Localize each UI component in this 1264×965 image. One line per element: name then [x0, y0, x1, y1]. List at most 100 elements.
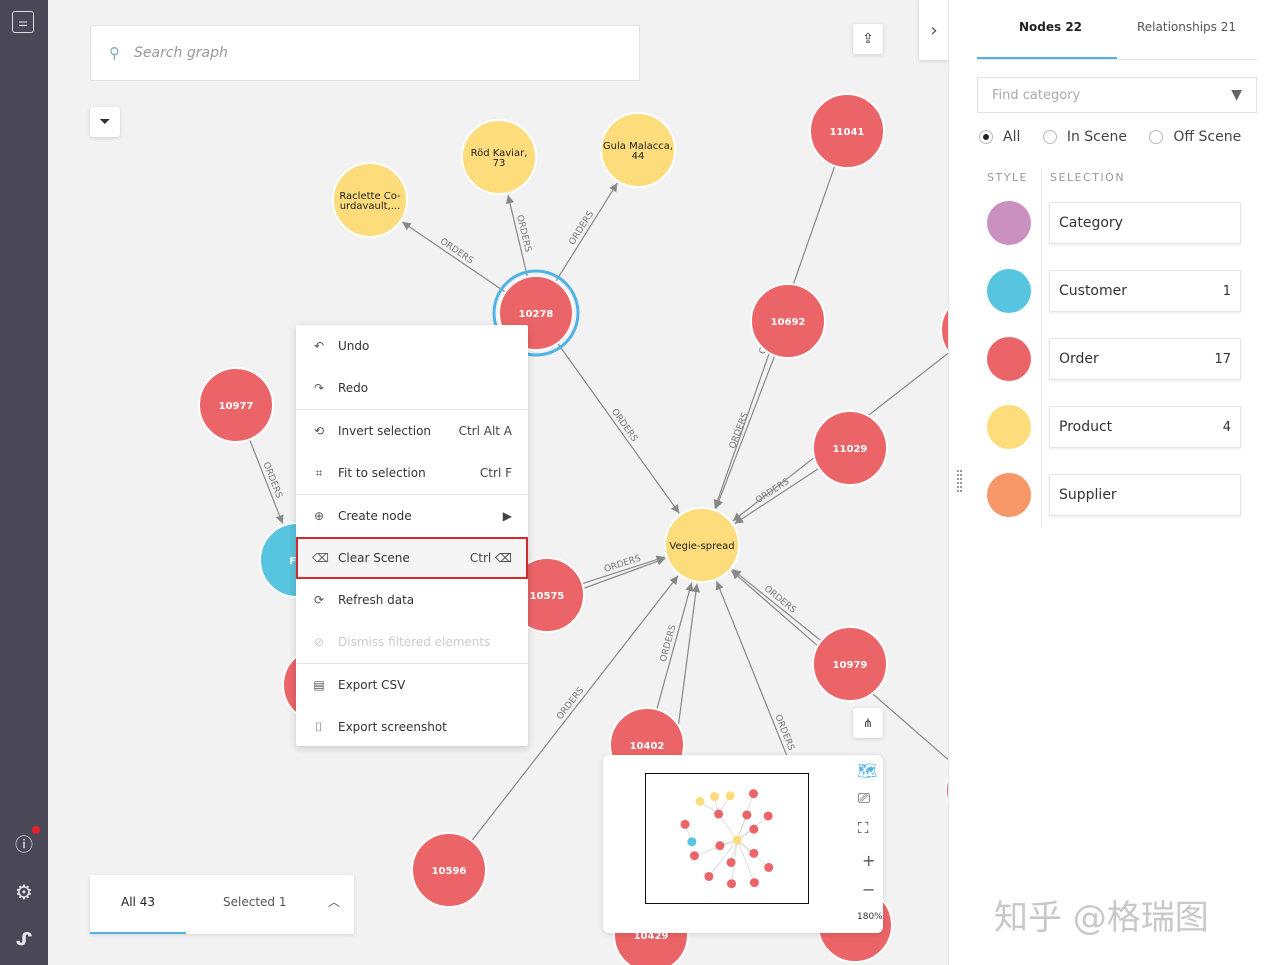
style-column-header: STYLE — [987, 171, 1028, 184]
filter-icon[interactable]: ▼ — [1231, 87, 1242, 103]
app-logo-icon: ᔑ — [15, 928, 33, 950]
node-label: 10402 — [630, 741, 665, 752]
category-customer[interactable]: Customer 1 — [1049, 270, 1241, 312]
menu-item-fit-to-selection[interactable]: ⌗ Fit to selection Ctrl F — [296, 452, 528, 494]
settings-sliders-icon[interactable]: ⚌ — [12, 11, 34, 33]
category-count: 1 — [1222, 283, 1231, 299]
radio-in-scene[interactable]: In Scene — [1042, 129, 1127, 145]
graph-node-n11029[interactable]: 11029 — [812, 410, 888, 486]
category-category[interactable]: Category — [1049, 202, 1241, 244]
panel-resize-handle[interactable] — [957, 470, 962, 492]
style-swatch-category[interactable] — [987, 201, 1031, 245]
relationship-edge[interactable] — [732, 568, 822, 642]
csv-icon: ▤ — [313, 678, 325, 692]
layout-button[interactable]: ⋔ — [853, 708, 883, 738]
help-icon[interactable]: ⓘ — [12, 832, 36, 856]
category-product[interactable]: Product 4 — [1049, 406, 1241, 448]
fit-selection-icon: ⌗ — [315, 465, 323, 480]
category-count: 17 — [1214, 351, 1231, 367]
minimap-node — [732, 835, 742, 845]
minimap-node — [749, 848, 759, 858]
edge-label: ORDERS — [762, 584, 798, 616]
radio-off-scene[interactable]: Off Scene — [1149, 129, 1241, 145]
style-swatch-product[interactable] — [987, 405, 1031, 449]
edge-label: ORDERS — [260, 461, 283, 500]
menu-item-label: Redo — [338, 381, 369, 395]
gear-icon[interactable]: ⚙ — [12, 880, 36, 904]
style-swatch-order[interactable] — [987, 337, 1031, 381]
graph-node-n10692[interactable]: 10692 — [750, 283, 826, 359]
graph-node-n11041[interactable]: 11041 — [809, 93, 885, 169]
filter-button[interactable]: ⏷ — [90, 107, 120, 137]
style-swatch-supplier[interactable] — [987, 473, 1031, 517]
menu-shortcut: Ctrl F — [479, 466, 512, 480]
category-count: 4 — [1222, 419, 1231, 435]
radio-all[interactable]: All — [979, 129, 1020, 145]
menu-shortcut: Ctrl Alt A — [458, 424, 512, 438]
node-label: urdavault,... — [340, 201, 401, 212]
plus-circle-icon: ⊕ — [313, 509, 325, 523]
style-swatch-customer[interactable] — [987, 269, 1031, 313]
menu-item-label: Invert selection — [338, 424, 432, 438]
graph-node-n10977[interactable]: 10977 — [198, 367, 274, 443]
graph-node-vegie[interactable]: Vegie-spread — [664, 507, 740, 583]
tab-all[interactable]: All 43 — [121, 895, 155, 909]
menu-item-export-csv[interactable]: ▤ Export CSV — [296, 664, 528, 706]
minimap-node — [714, 809, 724, 819]
category-order[interactable]: Order 17 — [1049, 338, 1241, 380]
relationship-edge[interactable] — [401, 221, 506, 293]
relationship-edge[interactable] — [555, 182, 618, 282]
map-icon[interactable]: 🗺 — [857, 761, 877, 780]
tab-selected[interactable]: Selected 1 — [223, 895, 286, 909]
fit-screen-icon[interactable]: ⛶ — [858, 819, 869, 837]
minimap-node — [763, 811, 773, 821]
menu-item-export-screenshot[interactable]: ⌷ Export screenshot — [296, 706, 528, 748]
search-box[interactable]: ⚲ Search graph — [90, 25, 640, 81]
minimap-node — [742, 810, 752, 820]
menu-item-invert-selection[interactable]: ⟲ Invert selection Ctrl Alt A — [296, 410, 528, 452]
relationship-edge[interactable] — [557, 342, 680, 514]
zoom-in-icon[interactable]: + — [862, 851, 875, 870]
minimap: 🗺 ⎚ ⛶ + − 180% — [603, 755, 883, 933]
undo-icon: ↶ — [313, 339, 325, 353]
menu-item-refresh-data[interactable]: ⟳ Refresh data — [296, 579, 528, 621]
presentation-icon[interactable]: ⎚ — [858, 789, 870, 807]
graph-node-gula[interactable]: Gula Malacca,44 — [600, 112, 676, 188]
graph-node-n10979[interactable]: 10979 — [812, 626, 888, 702]
chevron-up-icon[interactable]: ︿ — [328, 893, 340, 910]
graph-node-rod[interactable]: Röd Kaviar,73 — [461, 119, 537, 195]
minimap-node — [726, 857, 736, 867]
find-category-input[interactable]: Find category ▼ — [977, 77, 1257, 113]
menu-item-redo[interactable]: ↷ Redo — [296, 367, 528, 409]
category-supplier[interactable]: Supplier — [1049, 474, 1241, 516]
left-rail: ⚌ ⓘ ⚙ ᔑ — [0, 0, 48, 965]
export-button[interactable]: ⇪ — [853, 24, 883, 54]
menu-item-create-node[interactable]: ⊕ Create node ▶ — [296, 495, 528, 537]
menu-item-clear-scene[interactable]: ⌫ Clear Scene Ctrl ⌫ — [296, 537, 528, 579]
tab-nodes[interactable]: Nodes 22 — [1019, 20, 1082, 34]
tab-relationships[interactable]: Relationships 21 — [1137, 20, 1236, 34]
zoom-out-icon[interactable]: − — [862, 880, 875, 899]
search-input[interactable]: Search graph — [134, 45, 228, 61]
relationship-edge[interactable] — [734, 467, 820, 525]
node-label: 44 — [632, 151, 645, 162]
graph-node-n10596[interactable]: 10596 — [411, 832, 487, 908]
selection-column-header: SELECTION — [1050, 171, 1126, 184]
invert-selection-icon: ⟲ — [313, 424, 325, 438]
minimap-viewport[interactable] — [645, 773, 809, 904]
edge-label: ORDERS — [728, 411, 751, 450]
collapse-panel-button[interactable]: › — [919, 0, 948, 60]
minimap-node — [727, 879, 737, 889]
menu-item-label: Refresh data — [338, 593, 415, 607]
minimap-node — [695, 796, 705, 806]
search-icon: ⚲ — [109, 44, 120, 62]
selection-bar: All 43 Selected 1 ︿ — [90, 875, 354, 934]
graph-node-raclette[interactable]: Raclette Co-urdavault,... — [332, 162, 408, 238]
category-name: Category — [1059, 215, 1123, 231]
relationship-edge[interactable] — [715, 355, 776, 509]
minimap-node — [764, 862, 774, 872]
graph-canvas[interactable]: ORDERS ORDERS ORDERS ORDERS ORDERS ORDERS ORDE… — [48, 0, 948, 965]
refresh-icon: ⟳ — [313, 593, 325, 607]
menu-item-undo[interactable]: ↶ Undo — [296, 325, 528, 367]
redo-icon: ↷ — [313, 381, 325, 395]
